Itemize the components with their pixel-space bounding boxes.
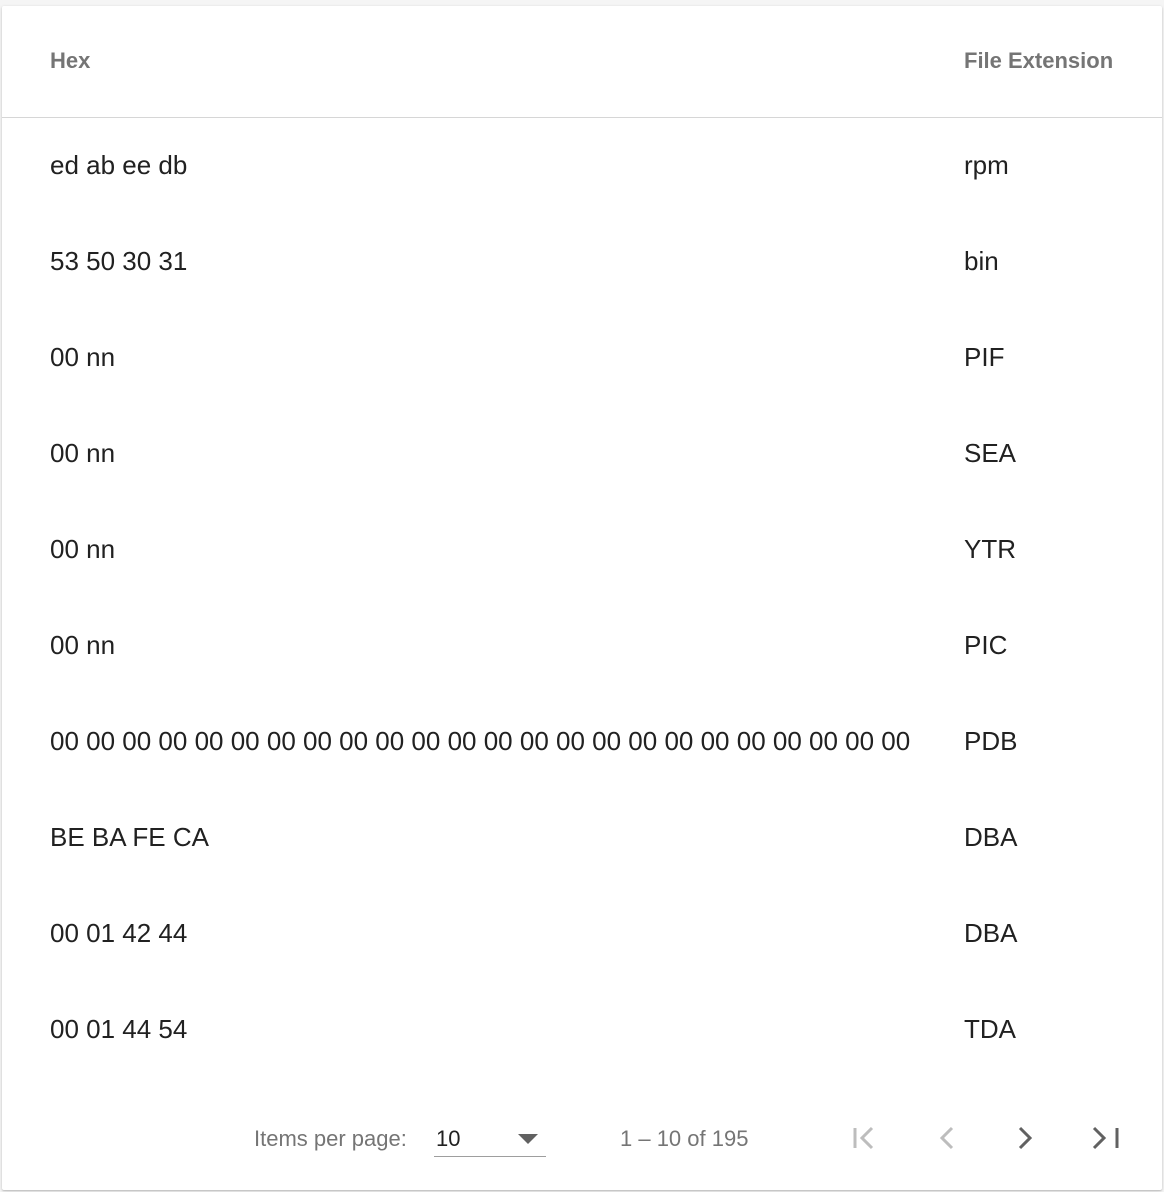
extension-cell: DBA <box>964 918 1018 948</box>
hex-cell: 00 01 42 44 <box>50 918 188 948</box>
extension-cell: PIF <box>964 342 1005 372</box>
table-row[interactable]: ed ab ee db rpm <box>2 118 1162 214</box>
hex-cell: 00 nn <box>50 534 116 564</box>
chevron-left-icon <box>939 1126 954 1150</box>
table-row[interactable]: BE BA FE CA DBA <box>2 790 1162 886</box>
table-row[interactable]: 00 nn PIF <box>2 310 1162 406</box>
extension-cell: SEA <box>964 438 1017 468</box>
column-header-hex[interactable]: Hex <box>50 48 90 74</box>
paginator: Items per page: 10 1 – 10 of 195 <box>2 1084 1162 1188</box>
last-page-icon <box>1092 1126 1119 1150</box>
table-row[interactable]: 00 nn PIC <box>2 598 1162 694</box>
items-per-page-select[interactable]: 10 <box>434 1118 546 1157</box>
first-page-button[interactable] <box>842 1114 890 1162</box>
extension-cell: PDB <box>964 726 1018 756</box>
table-row[interactable]: 53 50 30 31 bin <box>2 214 1162 310</box>
first-page-icon <box>853 1126 874 1150</box>
table-row[interactable]: 00 nn YTR <box>2 502 1162 598</box>
previous-page-button[interactable] <box>922 1114 970 1162</box>
extension-cell: TDA <box>964 1014 1016 1044</box>
last-page-button[interactable] <box>1082 1114 1130 1162</box>
extension-cell: YTR <box>964 534 1016 564</box>
table-body: ed ab ee db rpm 53 50 30 31 bin 00 nn PI… <box>2 118 1162 1078</box>
table-row[interactable]: 00 00 00 00 00 00 00 00 00 00 00 00 00 0… <box>2 694 1162 790</box>
extension-cell: rpm <box>964 150 1009 180</box>
dropdown-arrow-icon <box>518 1134 538 1144</box>
hex-cell: 00 nn <box>50 438 116 468</box>
hex-cell: 00 nn <box>50 342 116 372</box>
table-card: Hex File Extension ed ab ee db rpm 53 50… <box>2 6 1162 1190</box>
table-row[interactable]: 00 nn SEA <box>2 406 1162 502</box>
table-row[interactable]: 00 01 44 54 TDA <box>2 982 1162 1078</box>
extension-cell: DBA <box>964 822 1018 852</box>
extension-cell: bin <box>964 246 999 276</box>
hex-cell: ed ab ee db <box>50 150 188 180</box>
hex-cell: 53 50 30 31 <box>50 246 188 276</box>
items-per-page-label: Items per page: <box>254 1126 407 1151</box>
hex-cell: 00 01 44 54 <box>50 1014 188 1044</box>
table-header-row: Hex File Extension <box>2 6 1162 118</box>
page-range-label: 1 – 10 of 195 <box>620 1126 749 1151</box>
hex-cell: 00 00 00 00 00 00 00 00 00 00 00 00 00 0… <box>50 726 911 756</box>
column-header-file-extension[interactable]: File Extension <box>964 48 1113 74</box>
hex-cell: BE BA FE CA <box>50 822 209 852</box>
items-per-page-value: 10 <box>436 1126 461 1151</box>
hex-cell: 00 nn <box>50 630 116 660</box>
table-row[interactable]: 00 01 42 44 DBA <box>2 886 1162 982</box>
next-page-button[interactable] <box>1002 1114 1050 1162</box>
extension-cell: PIC <box>964 630 1008 660</box>
chevron-right-icon <box>1018 1126 1033 1150</box>
